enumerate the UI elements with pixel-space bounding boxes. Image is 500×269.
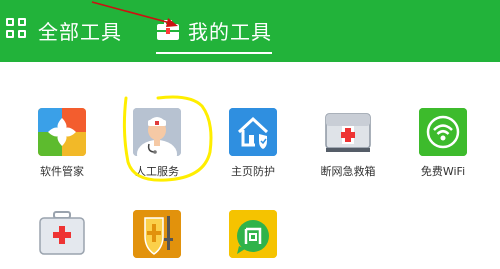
annotation-highlight-circle xyxy=(122,95,213,182)
tab-my-tools-label: 我的工具 xyxy=(188,19,272,44)
tool-label: 主页防护 xyxy=(231,165,275,178)
tool-first-aid-kit[interactable] xyxy=(27,210,97,265)
tool-free-wifi[interactable]: 免费WiFi xyxy=(408,108,478,179)
top-bar: 全部工具 我的工具 xyxy=(0,0,500,62)
annotation-arrow xyxy=(91,1,178,27)
question-chat-icon xyxy=(229,210,277,258)
homepage-protection-icon xyxy=(229,108,277,156)
tool-shield-sword[interactable] xyxy=(122,210,192,265)
tool-label: 免费WiFi xyxy=(420,165,466,178)
tool-label: 断网急救箱 xyxy=(320,165,376,178)
shield-sword-icon xyxy=(133,210,181,258)
grid-icon xyxy=(6,18,30,42)
tool-label: 软件管家 xyxy=(40,165,84,178)
tool-software-manager[interactable]: 软件管家 xyxy=(27,108,97,179)
first-aid-kit-icon xyxy=(38,210,86,258)
tool-question-chat[interactable] xyxy=(218,210,288,265)
software-manager-icon xyxy=(38,108,86,156)
tool-grid: 软件管家 人工服务 主页防护 断网急救箱 免费WiFi xyxy=(0,62,500,269)
tool-network-first-aid[interactable]: 断网急救箱 xyxy=(313,108,383,179)
free-wifi-icon xyxy=(419,108,467,156)
network-first-aid-icon xyxy=(324,108,372,156)
tool-homepage-protection[interactable]: 主页防护 xyxy=(218,108,288,179)
